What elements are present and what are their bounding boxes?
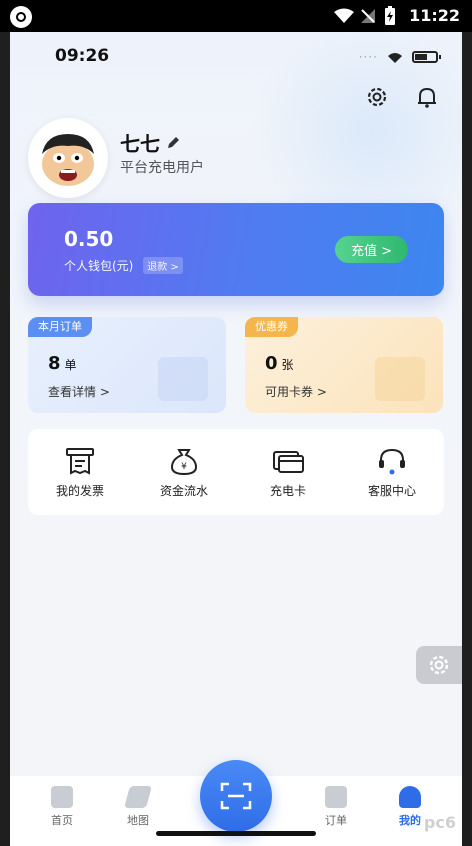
recharge-button[interactable]: 充值 > xyxy=(335,236,408,263)
inner-status-icons: ···· xyxy=(358,50,441,64)
user-type-label: 平台充电用户 xyxy=(120,160,204,176)
nav-map-label: 地图 xyxy=(127,814,149,827)
gear-icon xyxy=(429,655,449,675)
headset-icon xyxy=(379,448,405,474)
signal-icon xyxy=(361,9,375,23)
orders-count-row: 8单 xyxy=(48,353,77,374)
service-customer-center[interactable]: 客服中心 xyxy=(347,446,437,499)
service-charging-card-label: 充电卡 xyxy=(269,483,306,498)
monthly-orders-card[interactable]: 本月订单 8单 查看详情 > xyxy=(28,317,226,413)
profile-screen: 09:26 ···· 七七 平台充电用户 0.50 个人钱包(元) 退款 > 充… xyxy=(10,32,462,846)
user-icon xyxy=(399,786,421,808)
scan-button[interactable] xyxy=(200,760,272,832)
service-invoice[interactable]: 我的发票 xyxy=(35,446,125,499)
orders-icon xyxy=(325,786,347,808)
nav-orders-label: 订单 xyxy=(325,814,347,827)
system-status-bar: 11:22 xyxy=(0,0,472,32)
wallet-label: 个人钱包(元) xyxy=(64,259,134,273)
home-indicator xyxy=(156,831,316,836)
service-charging-card[interactable]: 充电卡 xyxy=(243,446,333,499)
coupons-tag: 优惠券 xyxy=(245,317,298,337)
coupons-card[interactable]: 优惠券 0张 可用卡券 > xyxy=(245,317,443,413)
view-details-link[interactable]: 查看详情 > xyxy=(48,383,110,400)
wallet-label-row: 个人钱包(元) 退款 > xyxy=(64,257,183,274)
services-panel: 我的发票 ¥ 资金流水 充电卡 客服中心 xyxy=(28,429,444,515)
edit-pencil-icon[interactable] xyxy=(166,136,180,150)
orders-unit: 单 xyxy=(64,358,77,372)
service-invoice-label: 我的发票 xyxy=(55,483,104,498)
available-coupons-link[interactable]: 可用卡券 > xyxy=(265,383,327,400)
coupons-count-row: 0张 xyxy=(265,353,294,374)
nav-mine-label: 我的 xyxy=(399,814,421,827)
app-notification-icon xyxy=(10,6,32,28)
wifi-icon xyxy=(334,8,354,23)
ticket-illustration-icon xyxy=(375,357,425,401)
nav-map[interactable]: 地图 xyxy=(108,786,168,828)
service-cashflow[interactable]: ¥ 资金流水 xyxy=(139,446,229,499)
orders-tag: 本月订单 xyxy=(28,317,92,337)
scan-icon xyxy=(220,782,252,810)
coupons-unit: 张 xyxy=(281,358,294,372)
home-icon xyxy=(51,786,73,808)
notification-bell-icon[interactable] xyxy=(414,84,440,110)
avatar-cartoon-icon xyxy=(42,134,94,186)
orders-count: 8 xyxy=(48,353,61,374)
money-bag-icon: ¥ xyxy=(170,448,198,475)
wifi-icon xyxy=(388,53,402,63)
nav-home-label: 首页 xyxy=(51,814,73,827)
username[interactable]: 七七 xyxy=(120,128,180,157)
avatar[interactable] xyxy=(28,118,108,198)
service-customer-center-label: 客服中心 xyxy=(367,483,416,498)
map-icon xyxy=(124,786,152,808)
service-cashflow-label: 资金流水 xyxy=(159,483,208,498)
svg-text:¥: ¥ xyxy=(181,462,187,472)
signal-dots-icon: ···· xyxy=(358,50,378,64)
system-clock: 11:22 xyxy=(409,6,460,25)
status-time: 09:26 xyxy=(55,46,110,66)
battery-icon xyxy=(412,51,441,63)
invoice-icon xyxy=(66,447,94,475)
refund-link[interactable]: 退款 > xyxy=(143,257,183,274)
battery-charging-icon xyxy=(385,6,395,25)
nav-orders[interactable]: 订单 xyxy=(306,786,366,828)
document-illustration-icon xyxy=(158,357,208,401)
wallet-balance: 0.50 xyxy=(64,227,114,251)
settings-gear-icon[interactable] xyxy=(364,84,390,110)
watermark-logo: pc6 xyxy=(423,813,456,832)
header-actions xyxy=(364,84,440,110)
username-text: 七七 xyxy=(120,132,160,156)
floating-settings-button[interactable] xyxy=(416,646,462,684)
card-icon xyxy=(273,450,304,473)
wallet-card[interactable]: 0.50 个人钱包(元) 退款 > 充值 > xyxy=(28,203,444,296)
coupons-count: 0 xyxy=(265,353,278,374)
nav-home[interactable]: 首页 xyxy=(32,786,92,828)
